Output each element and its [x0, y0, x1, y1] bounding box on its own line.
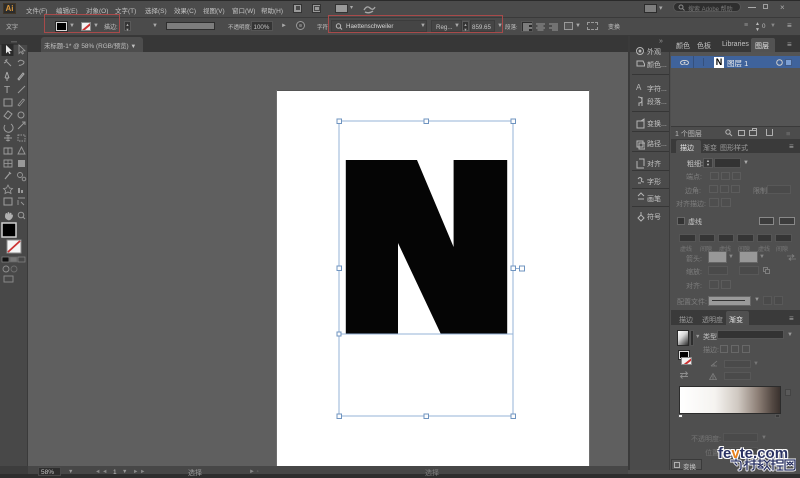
svg-text:T: T — [4, 85, 10, 96]
svg-text:A: A — [636, 83, 642, 92]
